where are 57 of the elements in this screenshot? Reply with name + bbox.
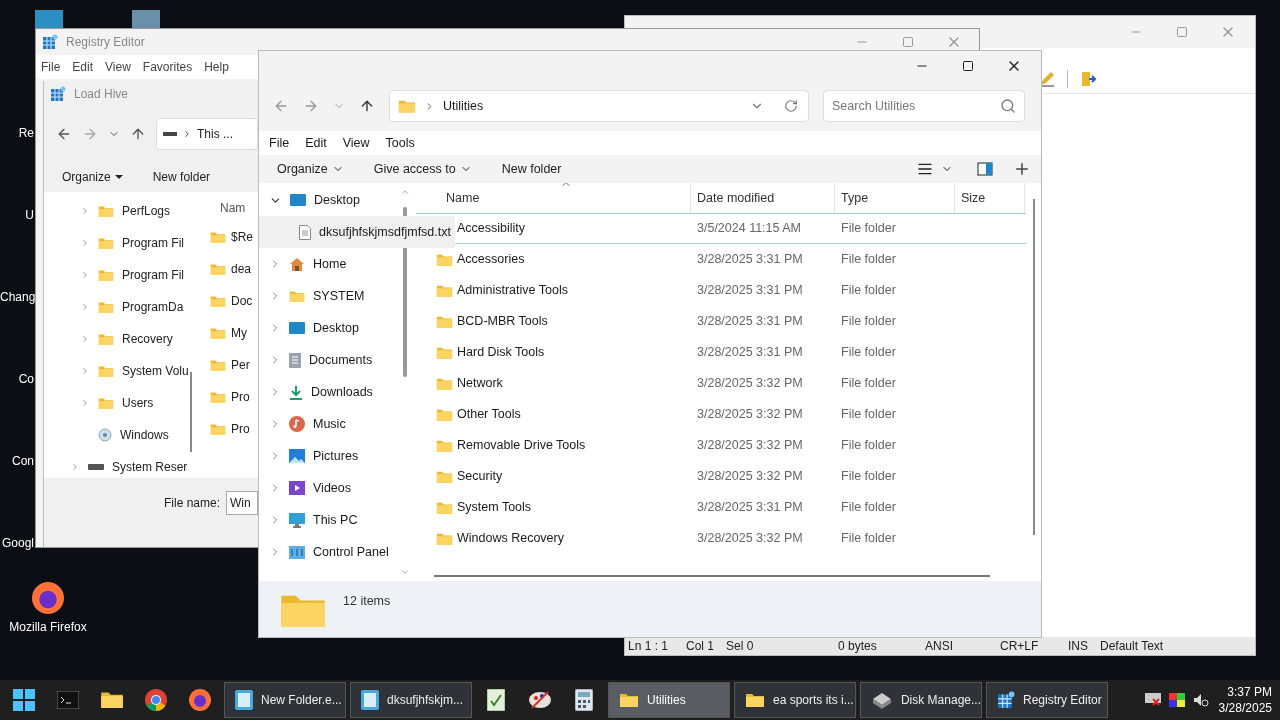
- tree-label: Recovery: [122, 331, 173, 348]
- date-cell-text: 3/28/2025 3:32 PM: [696, 375, 804, 393]
- date-cell-text: 3/28/2025 3:31 PM: [696, 344, 804, 362]
- status-text: Default Text: [1100, 638, 1165, 655]
- type-cell-text: File folder: [840, 437, 897, 455]
- tree-label: Users: [122, 395, 154, 412]
- window-title: Registry Editor: [66, 34, 145, 51]
- file-name: Removable Drive Tools: [457, 437, 586, 455]
- date-cell-text: 3/28/2025 3:31 PM: [696, 282, 804, 300]
- file-name: System Tools: [457, 499, 532, 517]
- status-text: INS: [1068, 638, 1089, 655]
- file-name-label: File name:: [164, 495, 221, 512]
- type-cell-text: File folder: [840, 375, 897, 393]
- status-text: ANSI: [925, 638, 954, 655]
- tree-label: ProgramDa: [122, 299, 184, 316]
- file-name: Other Tools: [457, 406, 521, 424]
- date-cell-text: 3/28/2025 3:31 PM: [696, 251, 804, 269]
- status-text: Sel 0: [726, 638, 755, 655]
- type-cell-text: File folder: [840, 220, 897, 238]
- status-text: Ln 1 : 1: [628, 638, 670, 655]
- type-cell-text: File folder: [840, 282, 897, 300]
- date-cell-text: 3/28/2025 3:32 PM: [696, 468, 804, 486]
- date-cell-text: 3/28/2025 3:32 PM: [696, 437, 804, 455]
- tree-label: Windows: [120, 427, 169, 444]
- file-name: Network: [457, 375, 503, 393]
- file-name: Security: [457, 468, 503, 486]
- type-cell-text: File folder: [840, 406, 897, 424]
- date-cell-text: 3/28/2025 3:32 PM: [696, 406, 804, 424]
- file-name: Accessories: [457, 251, 525, 269]
- date-cell-text: 3/28/2025 3:31 PM: [696, 499, 804, 517]
- dialog-title: Load Hive: [74, 85, 129, 103]
- tree-label: System Reser: [112, 459, 188, 476]
- type-cell-text: File folder: [840, 530, 897, 548]
- address-text: This ...: [197, 126, 233, 143]
- file-name: Windows Recovery: [457, 530, 564, 548]
- tree-label: Program Fil: [122, 235, 184, 252]
- type-cell-text: File folder: [840, 468, 897, 486]
- status-text: Col 1: [686, 638, 715, 655]
- status-text: 0 bytes: [838, 638, 878, 655]
- type-cell-text: File folder: [840, 313, 897, 331]
- file-name: Administrative Tools: [457, 282, 568, 300]
- type-cell-text: File folder: [840, 499, 897, 517]
- item-count: 12 items: [343, 593, 391, 610]
- search-placeholder: Search Utilities: [832, 97, 916, 115]
- address-text: Utilities: [443, 97, 484, 115]
- tree-label: PerfLogs: [122, 203, 171, 220]
- tree-label: Program Fil: [122, 267, 184, 284]
- file-name: Accessibility: [457, 220, 526, 238]
- type-cell-text: File folder: [840, 344, 897, 362]
- date-cell-text: 3/5/2024 11:15 AM: [696, 220, 803, 238]
- tree-label: System Volu: [122, 363, 189, 380]
- type-cell-text: File folder: [840, 251, 897, 269]
- file-name: BCD-MBR Tools: [457, 313, 548, 331]
- status-text: CR+LF: [1000, 638, 1040, 655]
- date-cell-text: 3/28/2025 3:31 PM: [696, 313, 804, 331]
- file-name: Hard Disk Tools: [457, 344, 545, 362]
- date-cell-text: 3/28/2025 3:32 PM: [696, 530, 804, 548]
